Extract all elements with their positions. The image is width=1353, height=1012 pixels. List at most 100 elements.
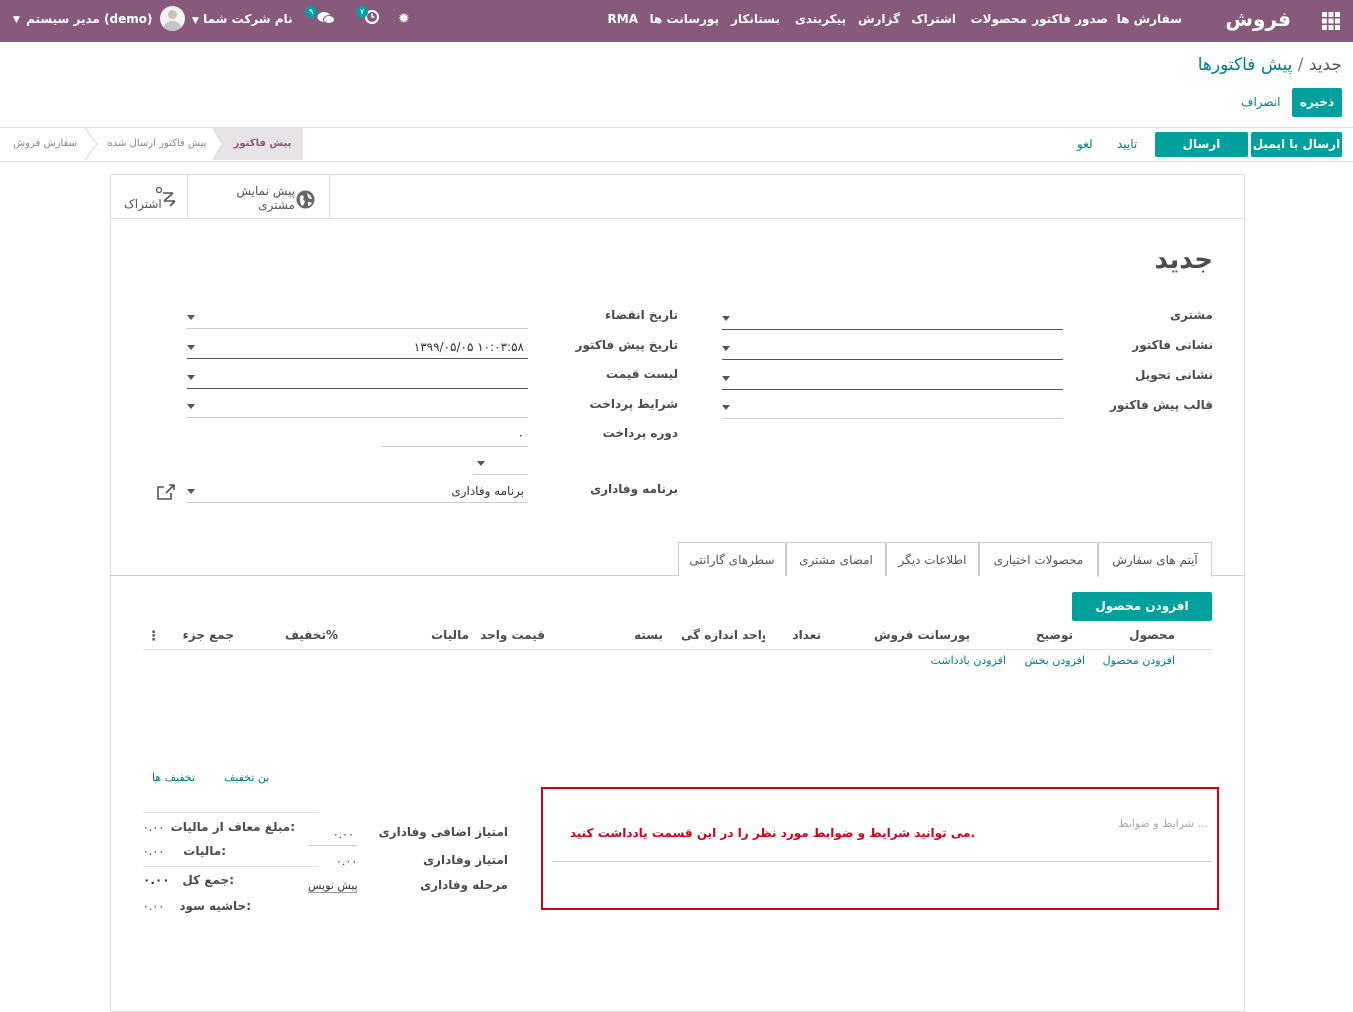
stage-arrow [212,128,226,160]
stage-quotation: پیش فاکتور [222,128,303,160]
customer-preview-button[interactable]: پیش نمایش مشتری [187,175,330,219]
dropdown-caret-icon [722,346,730,351]
external-link-icon[interactable] [156,483,176,501]
total-label: جمع کل: [182,873,234,887]
delivery-address-field[interactable] [722,368,1063,390]
company-switcher[interactable]: ▼ نام شرکت شما [192,12,293,26]
menu-reporting[interactable]: گزارش [858,12,900,26]
payment-terms-field[interactable] [187,396,528,418]
untaxed-amount-value: ۰.۰۰ [143,821,165,834]
messaging-button[interactable]: ۹ [304,6,336,32]
divider [143,866,319,867]
column-unit-price[interactable]: قیمت واحد [480,628,545,642]
coupon-link[interactable]: بن تخفیف [224,771,269,784]
confirm-button[interactable]: تایید [1117,137,1137,151]
activity-button[interactable]: ۷ [354,6,384,32]
customer-label: مشتری [1169,308,1213,322]
quote-date-value: ۱۳۹۹/۰۵/۰۵ ۱۰:۰۳:۵۸ [413,340,524,354]
preview-label-line2: مشتری [258,198,295,212]
dropdown-caret-icon [722,405,730,410]
add-subscription-product-button[interactable]: افزودن محصول اشتراک [1072,592,1212,642]
loyalty-program-label: برنامه وفاداری [590,482,678,496]
message-count-badge: ۹ [305,6,318,18]
column-discount[interactable]: تخفیف% [285,628,338,642]
menu-subscription[interactable]: اشتراک [911,12,956,26]
stage-sales-order: سفارش فروش [12,138,78,149]
breadcrumb: جدید / پیش فاکتورها [1198,55,1342,75]
send-by-email-button[interactable]: ارسال با ایمیل [1251,132,1342,157]
globe-icon [296,190,315,209]
dropdown-caret-icon [722,316,730,321]
menu-products[interactable]: محصولات [971,12,1027,26]
share-button[interactable]: اشتراک [111,175,188,219]
payment-period-label: دوره پرداخت [602,426,678,440]
menu-invoicing[interactable]: صدور فاکتور [1032,12,1108,26]
discounts-link[interactable]: تخفیف ها [152,771,195,784]
terms-highlight-box [541,787,1219,910]
invoice-address-field[interactable] [722,338,1063,360]
column-package[interactable]: بسته [634,628,663,642]
cancel-button[interactable]: لغو [1077,137,1093,151]
column-description[interactable]: توضیح [1036,628,1073,642]
add-product-link[interactable]: افزودن محصول [1103,654,1175,667]
loyalty-points-label: امتیاز وفاداری [423,853,508,867]
column-subtotal[interactable]: جمع جزء [183,628,234,642]
preview-label-line1: پیش نمایش [236,184,295,198]
loyalty-program-field[interactable]: برنامه وفاداری [187,481,528,503]
tab-warranty-lines[interactable]: سطرهای گارانتی [678,542,786,576]
extra-loyalty-points-field[interactable]: ۰.۰۰ [308,824,357,846]
payment-period-field[interactable]: ۰ [381,425,528,447]
pricelist-field[interactable] [187,367,528,389]
column-quantity[interactable]: تعداد [793,628,821,642]
expiration-date-field[interactable] [187,307,528,329]
payment-terms-label: شرایط پرداخت [589,397,678,411]
terms-divider [552,861,1212,862]
save-button[interactable]: ذخیره [1292,88,1342,117]
menu-commissions[interactable]: پورسانت ها [650,12,719,26]
column-uom[interactable]: واحد اندازه گی... [681,628,765,642]
tab-order-lines[interactable]: آیتم های سفارش [1098,542,1212,577]
untaxed-amount-label: مبلغ معاف از مالیات: [170,820,295,834]
tab-customer-signature[interactable]: امضای مشتری [786,542,886,576]
chat-bubbles-icon [317,12,335,24]
discard-button[interactable]: انصراف [1241,95,1280,109]
column-taxes[interactable]: مالیات [431,628,469,642]
delivery-address-label: نشانی تحویل [1135,368,1213,382]
column-options-kebab-icon[interactable]: ⋮ [147,629,160,644]
user-menu[interactable]: ▼ مدیر سیستم (demo) [13,6,185,32]
dropdown-caret-icon [187,404,195,409]
customer-field[interactable] [722,308,1063,330]
apps-grid-icon[interactable] [1322,12,1340,30]
dropdown-caret-icon [187,489,195,494]
tax-value: ۰.۰۰ [143,845,165,858]
app-brand[interactable]: فروش [1225,7,1291,31]
stage-quotation-sent: پیش فاکتور ارسال شده [107,138,207,149]
payment-period-unit-select[interactable] [473,453,528,475]
tab-other-info[interactable]: اطلاعات دیگر [886,542,979,576]
loyalty-stage-label: مرحله وفاداری [420,878,508,892]
debug-bug-icon[interactable]: ✹ [398,11,410,27]
breadcrumb-quotations-link[interactable]: پیش فاکتورها [1198,55,1293,75]
menu-creditor[interactable]: بستانکار [731,12,780,26]
top-navbar: فروش سفارش ها صدور فاکتور محصولات اشتراک… [0,0,1353,42]
menu-orders[interactable]: سفارش ها [1117,12,1182,26]
add-note-link[interactable]: افزودن یادداشت [931,654,1006,667]
quote-template-field[interactable] [722,397,1063,419]
terms-input[interactable]: شرایط و ضوابط ... [1118,817,1208,830]
breadcrumb-separator: / [1297,55,1304,75]
column-product[interactable]: محصول [1129,628,1175,642]
send-proforma-button[interactable]: ارسال پروفورما [1155,132,1248,176]
share-icon [155,186,176,207]
tab-optional-products[interactable]: محصولات اختیاری [979,542,1098,576]
quote-date-field[interactable]: ۱۳۹۹/۰۵/۰۵ ۱۰:۰۳:۵۸ [187,337,528,359]
add-section-link[interactable]: افزودن بخش [1025,654,1085,667]
column-sales-commission[interactable]: پورسانت فروش [874,628,970,642]
company-name: نام شرکت شما [203,12,293,26]
menu-configuration[interactable]: پیکربندی [795,12,846,26]
expiration-label: تاریخ انقضاء [605,308,678,322]
invoice-address-label: نشانی فاکتور [1132,338,1213,352]
menu-rma[interactable]: RMA [608,12,638,26]
dropdown-caret-icon [187,345,195,350]
dropdown-caret-icon [722,376,730,381]
payment-period-value: ۰ [517,428,524,442]
